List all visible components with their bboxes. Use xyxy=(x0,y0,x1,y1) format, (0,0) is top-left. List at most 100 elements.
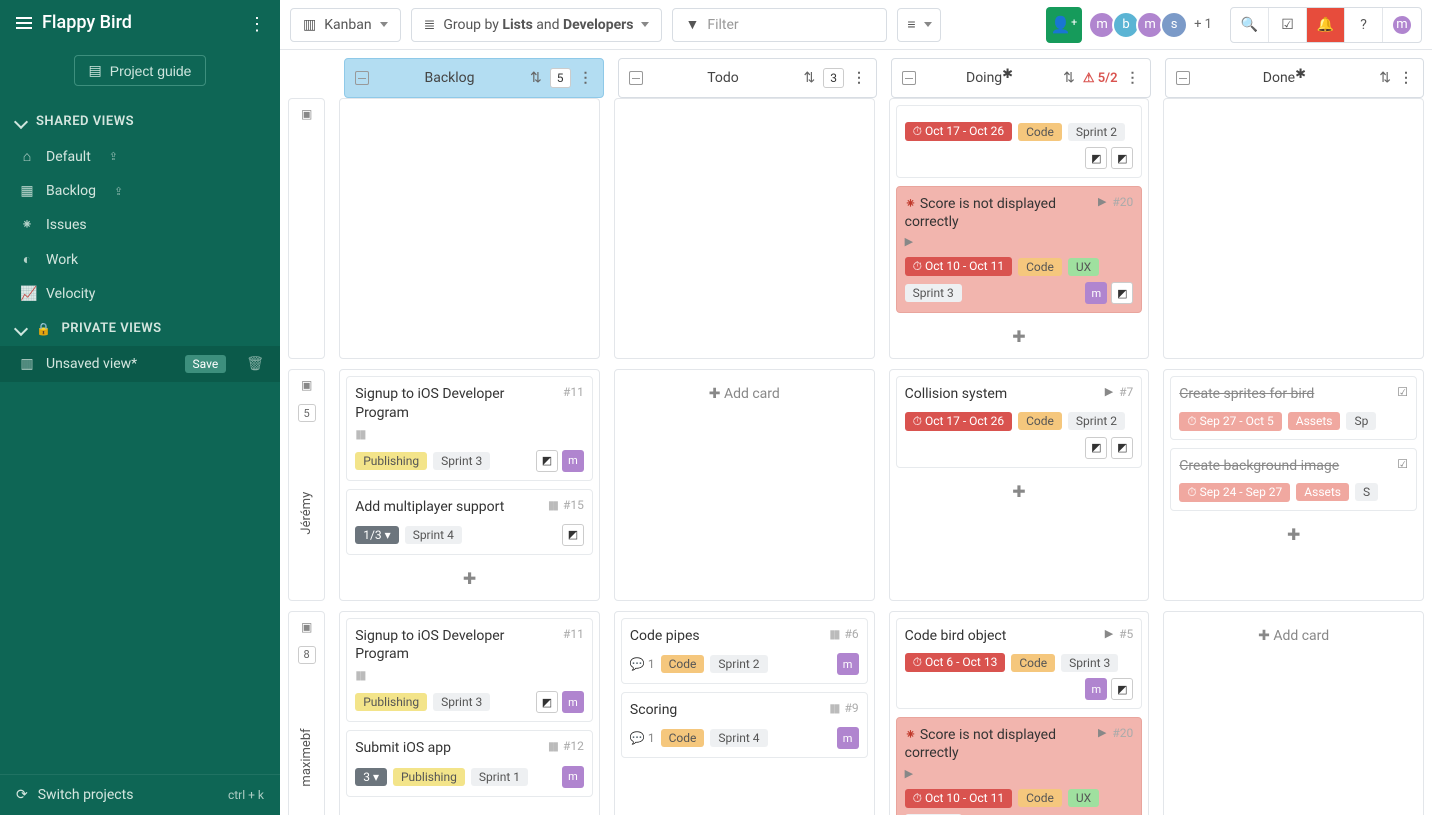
check-icon: ☑ xyxy=(1397,385,1408,399)
assignee-avatar[interactable]: ◩ xyxy=(1085,147,1107,169)
play-icon: ▶ xyxy=(905,235,913,248)
notifications-button[interactable]: 🔔 xyxy=(1307,8,1345,42)
kanban-cell: ⏱ Oct 17 - Oct 26CodeSprint 2◩◩ ⁕ Score i… xyxy=(889,98,1150,359)
kanban-card[interactable]: Signup to iOS Developer Program#11▮▮Publ… xyxy=(346,376,593,480)
project-menu-icon[interactable]: ⋮ xyxy=(248,14,266,35)
column-menu-icon[interactable]: ⋮ xyxy=(579,70,593,86)
sort-icon[interactable]: ⇅ xyxy=(804,70,816,86)
menu-icon[interactable] xyxy=(16,17,32,29)
user-menu[interactable]: m xyxy=(1383,8,1421,42)
assignee-avatar[interactable]: m xyxy=(837,727,859,749)
assignee-avatar[interactable]: m xyxy=(1085,678,1107,700)
assignee-avatar[interactable]: ◩ xyxy=(536,691,558,713)
kanban-card[interactable]: Signup to iOS Developer Program#11▮▮Publ… xyxy=(346,618,593,722)
settings-dropdown[interactable]: ≡ xyxy=(897,8,941,42)
add-card-button[interactable]: ✚ xyxy=(346,563,593,594)
add-card-button[interactable]: ✚ xyxy=(1170,519,1417,550)
sidebar-item-work[interactable]: ◐Work xyxy=(0,242,280,277)
assignee-avatar[interactable]: m xyxy=(1085,282,1107,304)
assignee-avatar[interactable]: ◩ xyxy=(1111,678,1133,700)
add-card-button[interactable]: ✚ Add card xyxy=(621,376,868,412)
private-views-header[interactable]: 🔒 PRIVATE VIEWS xyxy=(0,311,280,346)
group-by-dropdown[interactable]: ≣ Group by Lists and Developers xyxy=(411,8,663,42)
column-menu-icon[interactable]: ⋮ xyxy=(1126,70,1140,86)
columns-icon: ▥ xyxy=(20,356,34,372)
avatar-overflow[interactable]: + 1 xyxy=(1194,17,1212,32)
comments-count: 💬 1 xyxy=(630,657,655,671)
tag-chip: Code xyxy=(661,655,705,673)
add-user-button[interactable]: 👤⁺ xyxy=(1046,7,1082,43)
column-header-backlog[interactable]: Backlog⇅5⋮ xyxy=(344,58,604,98)
collapse-icon[interactable] xyxy=(902,71,916,85)
collapse-icon[interactable] xyxy=(629,71,643,85)
kanban-card[interactable]: Code pipes ▮▮#6💬 1CodeSprint 2m xyxy=(621,618,868,684)
trash-icon[interactable]: 🗑 xyxy=(246,356,264,372)
column-menu-icon[interactable]: ⋮ xyxy=(852,70,866,86)
avatar[interactable]: s xyxy=(1160,11,1188,39)
kanban-card[interactable]: Create sprites for bird ☑⏱ Sep 27 - Oct … xyxy=(1170,376,1417,439)
tag-chip: S xyxy=(1355,483,1378,501)
help-icon: ? xyxy=(1360,17,1367,33)
kanban-card[interactable]: ⏱ Oct 17 - Oct 26CodeSprint 2◩◩ xyxy=(896,105,1143,178)
assignee-avatar[interactable]: m xyxy=(562,450,584,472)
collapse-icon[interactable] xyxy=(355,71,369,85)
column-menu-icon[interactable]: ⋮ xyxy=(1399,70,1413,86)
kanban-card[interactable]: Scoring ▮▮#9💬 1CodeSprint 4m xyxy=(621,692,868,758)
sidebar-item-issues[interactable]: ⁕Issues xyxy=(0,208,280,242)
assignee-avatar[interactable]: ◩ xyxy=(1111,437,1133,459)
assignee-avatar[interactable]: m xyxy=(562,766,584,788)
assignee-avatar[interactable]: ◩ xyxy=(536,450,558,472)
kanban-card[interactable]: ⁕ Score is not displayed correctly ▶#20▶… xyxy=(896,717,1143,815)
add-card-button[interactable]: ✚ Add card xyxy=(1170,618,1417,654)
tag-chip: Assets xyxy=(1288,412,1341,430)
help-button[interactable]: ? xyxy=(1345,8,1383,42)
assignee-avatar[interactable]: m xyxy=(562,691,584,713)
project-title[interactable]: Flappy Bird xyxy=(42,12,132,33)
caret-down-icon xyxy=(924,22,932,27)
gauge-icon: ◐ xyxy=(20,251,34,268)
sort-icon[interactable]: ⇅ xyxy=(530,70,542,86)
kanban-card[interactable]: Submit iOS app ▮▮#123 ▾PublishingSprint … xyxy=(346,730,593,796)
column-header-todo[interactable]: Todo⇅3⋮ xyxy=(618,58,878,98)
collapse-icon[interactable] xyxy=(1176,71,1190,85)
project-guide-button[interactable]: ▤ Project guide xyxy=(74,55,207,86)
assignee-avatar[interactable]: ◩ xyxy=(1111,282,1133,304)
kanban-card[interactable]: Create background image ☑⏱ Sep 24 - Sep … xyxy=(1170,448,1417,511)
column-header-doing[interactable]: Doing✱⇅⚠ 5/2⋮ xyxy=(891,58,1151,98)
assignee-avatar[interactable]: ◩ xyxy=(1111,147,1133,169)
assignee-avatar[interactable]: ◩ xyxy=(562,524,584,546)
tag-chip: 3 ▾ xyxy=(355,768,387,786)
sidebar-item-velocity[interactable]: 📈Velocity xyxy=(0,277,280,311)
play-icon: ▶ xyxy=(1105,385,1113,398)
add-card-button[interactable]: ✚ xyxy=(896,321,1143,352)
tasks-button[interactable]: ☑ xyxy=(1269,8,1307,42)
swimlane-header[interactable]: ▣5Jérémy xyxy=(288,369,325,601)
shared-views-header[interactable]: SHARED VIEWS xyxy=(0,104,280,139)
assignee-avatar[interactable]: m xyxy=(837,653,859,675)
column-header-done[interactable]: Done✱⇅⋮ xyxy=(1165,58,1425,98)
pause-icon: ▮▮ xyxy=(829,701,838,715)
kanban-card[interactable]: Collision system ▶#7⏱ Oct 17 - Oct 26Cod… xyxy=(896,376,1143,467)
view-mode-dropdown[interactable]: ▥ Kanban xyxy=(290,8,401,42)
filter-input[interactable]: ▼ Filter xyxy=(672,8,887,42)
swimlane-header[interactable]: ▣8maximebf xyxy=(288,611,325,815)
date-chip: ⏱ Oct 10 - Oct 11 xyxy=(905,789,1012,808)
switch-projects-button[interactable]: ⟳ Switch projects ctrl + k xyxy=(0,774,280,815)
search-button[interactable]: 🔍 xyxy=(1231,8,1269,42)
assignee-avatar[interactable]: ◩ xyxy=(1085,437,1107,459)
kanban-card[interactable]: Code bird object ▶#5⏱ Oct 6 - Oct 13Code… xyxy=(896,618,1143,709)
swimlane-header[interactable]: ▣ xyxy=(288,98,325,359)
save-view-button[interactable]: Save xyxy=(185,355,227,373)
pause-icon: ▮▮ xyxy=(355,427,364,441)
sidebar-item-default[interactable]: ⌂Default⇪ xyxy=(0,139,280,174)
kanban-card[interactable]: ⁕ Score is not displayed correctly ▶#20▶… xyxy=(896,186,1143,313)
sidebar-item-unsaved[interactable]: ▥Unsaved view*Save🗑 xyxy=(0,346,280,382)
play-icon: ▶ xyxy=(1098,195,1106,208)
sort-icon[interactable]: ⇅ xyxy=(1063,70,1075,86)
tag-chip: Code xyxy=(1018,412,1062,430)
sidebar-item-backlog[interactable]: ▦Backlog⇪ xyxy=(0,174,280,208)
member-avatars[interactable]: m b m s + 1 xyxy=(1092,11,1212,39)
add-card-button[interactable]: ✚ xyxy=(896,476,1143,507)
sort-icon[interactable]: ⇅ xyxy=(1379,70,1391,86)
kanban-card[interactable]: Add multiplayer support ▮▮#151/3 ▾Sprint… xyxy=(346,489,593,555)
